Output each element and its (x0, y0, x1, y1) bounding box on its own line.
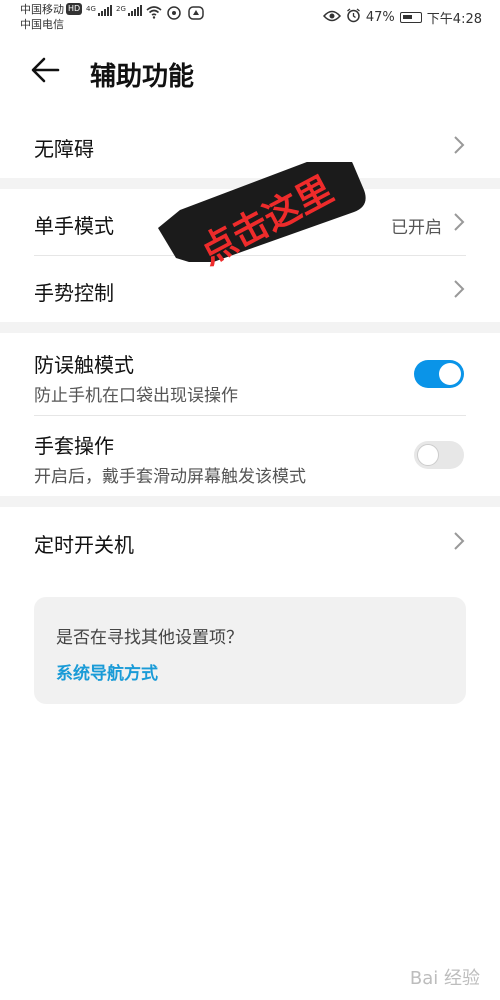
row-anti-mistouch: 防误触模式 防止手机在口袋出现误操作 (0, 333, 500, 415)
network-type-1: 4G (86, 5, 96, 13)
arrow-left-icon (31, 57, 60, 83)
eye-comfort-icon (322, 10, 341, 26)
carrier-1: 中国移动 (20, 3, 64, 16)
glove-mode-toggle[interactable] (414, 441, 464, 469)
notification-app-icon (188, 6, 204, 24)
network-type-2: 2G (116, 5, 126, 13)
toggle-knob (439, 363, 461, 385)
signal-icon-2: 2G (116, 5, 142, 16)
section-divider (0, 496, 500, 507)
clock: 下午4:28 (426, 12, 482, 27)
page-title: 辅助功能 (90, 62, 195, 92)
status-bar: 中国移动 HD 中国电信 4G 2G 47% 下午4:28 (0, 0, 500, 40)
row-gesture-control[interactable]: 手势控制 (0, 256, 500, 322)
system-navigation-link[interactable]: 系统导航方式 (56, 659, 158, 684)
baidu-watermark: Bai 经验 (409, 968, 480, 989)
battery-percent: 47% (365, 10, 395, 25)
suggestion-question: 是否在寻找其他设置项？ (56, 628, 243, 648)
status-right: 47% 下午4:28 (322, 8, 482, 27)
row-glove-mode: 手套操作 开启后，戴手套滑动屏幕触发该模式 (0, 416, 500, 496)
row-scheduled-power[interactable]: 定时开关机 (0, 507, 500, 573)
chevron-right-icon (454, 280, 465, 298)
battery-icon (399, 12, 422, 23)
chevron-right-icon (454, 136, 465, 154)
signal-icon: 4G (86, 5, 112, 16)
section-divider (0, 322, 500, 333)
anti-mistouch-toggle[interactable] (414, 360, 464, 388)
row-one-hand-status: 已开启 (391, 218, 442, 238)
row-anti-mistouch-label: 防误触模式 (34, 353, 134, 377)
back-button[interactable] (30, 55, 70, 91)
toggle-knob (417, 444, 439, 466)
row-gesture-label: 手势控制 (34, 281, 114, 305)
suggestion-card: 是否在寻找其他设置项？ 系统导航方式 (34, 597, 466, 704)
hotspot-icon (166, 6, 182, 24)
alarm-icon (346, 8, 361, 27)
row-glove-desc: 开启后，戴手套滑动屏幕触发该模式 (34, 467, 306, 487)
chevron-right-icon (454, 532, 465, 550)
carrier-2: 中国电信 (20, 18, 64, 31)
row-accessibility-label: 无障碍 (34, 137, 94, 161)
row-one-hand-label: 单手模式 (34, 214, 114, 238)
row-anti-mistouch-desc: 防止手机在口袋出现误操作 (34, 386, 238, 406)
chevron-right-icon (454, 213, 465, 231)
hd-badge: HD (66, 3, 83, 15)
row-scheduled-power-label: 定时开关机 (34, 533, 134, 557)
wifi-icon (146, 6, 162, 23)
row-glove-label: 手套操作 (34, 434, 114, 458)
